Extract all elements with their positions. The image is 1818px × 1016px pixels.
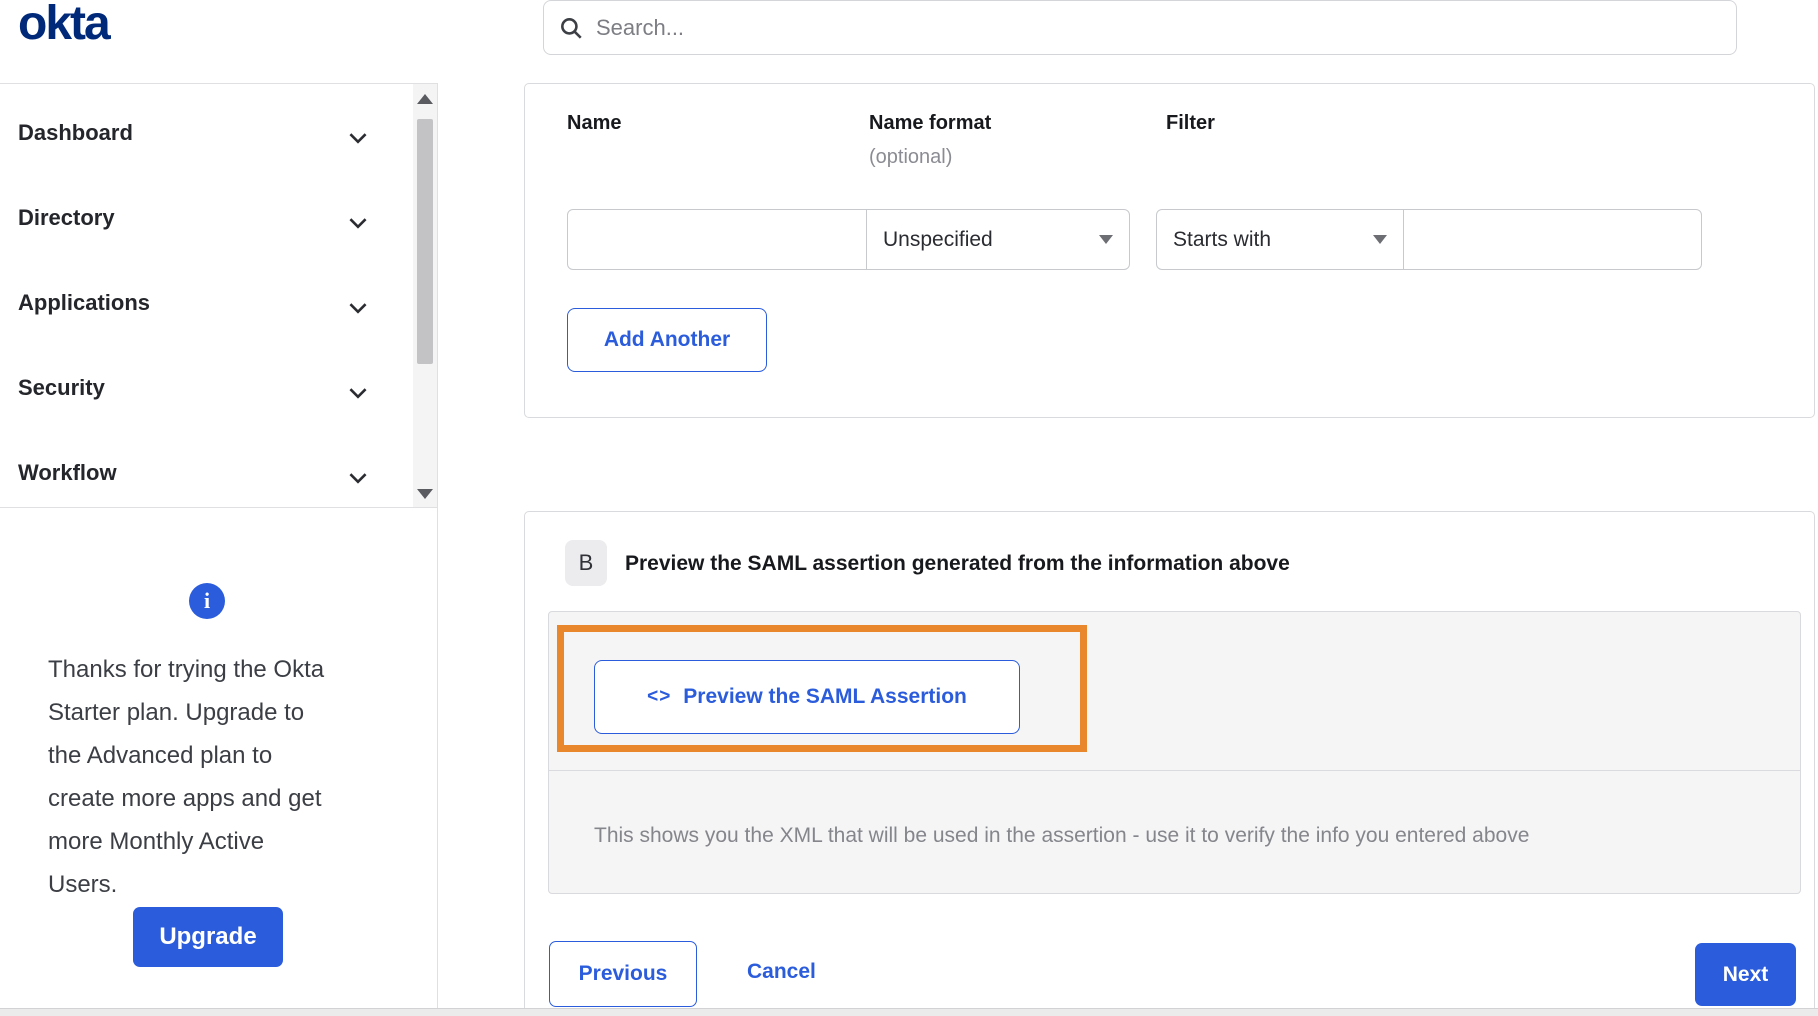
preview-panel-top: <> Preview the SAML Assertion <box>549 612 1800 771</box>
scroll-down-arrow-icon[interactable] <box>417 489 433 499</box>
preview-panel: <> Preview the SAML Assertion This shows… <box>548 611 1801 894</box>
sidebar-item-dashboard[interactable]: Dashboard <box>0 84 437 169</box>
chevron-down-icon <box>349 387 367 399</box>
add-another-button[interactable]: Add Another <box>567 308 767 372</box>
upgrade-button[interactable]: Upgrade <box>133 907 283 967</box>
okta-logo: okta <box>18 0 111 50</box>
search-input[interactable] <box>596 14 1722 41</box>
search-icon <box>561 17 582 39</box>
okta-admin-page: okta Dashboard Directory Applications Secur… <box>0 0 1818 1016</box>
caret-down-icon <box>1099 235 1113 244</box>
sidebar-item-label: Workflow <box>18 459 117 485</box>
preview-button-label: Preview the SAML Assertion <box>683 685 967 708</box>
code-icon: <> <box>647 686 672 707</box>
chevron-down-icon <box>349 217 367 229</box>
sidebar-items: Dashboard Directory Applications Security Wo… <box>0 84 437 509</box>
sidebar-item-workflow[interactable]: Workflow <box>0 424 437 509</box>
sidebar-item-label: Directory <box>18 204 115 230</box>
filter-operator-select[interactable]: Starts with <box>1156 209 1404 270</box>
filter-column-header: Filter <box>1166 112 1215 134</box>
scrollbar-thumb[interactable] <box>417 119 433 364</box>
chevron-down-icon <box>349 132 367 144</box>
chevron-down-icon <box>349 302 367 314</box>
global-search[interactable] <box>543 0 1737 55</box>
sidebar-item-security[interactable]: Security <box>0 339 437 424</box>
filter-value-input[interactable] <box>1403 209 1702 270</box>
sidebar-scrollbar[interactable] <box>413 84 437 507</box>
scroll-up-arrow-icon[interactable] <box>417 94 433 104</box>
chevron-down-icon <box>349 472 367 484</box>
caret-down-icon <box>1373 235 1387 244</box>
section-b-heading: Preview the SAML assertion generated fro… <box>625 552 1290 575</box>
next-button[interactable]: Next <box>1695 943 1796 1006</box>
sidebar-item-applications[interactable]: Applications <box>0 254 437 339</box>
section-b-badge: B <box>565 540 607 586</box>
cancel-link[interactable]: Cancel <box>747 960 816 984</box>
name-format-selected-value: Unspecified <box>883 227 993 251</box>
preview-saml-assertion-button[interactable]: <> Preview the SAML Assertion <box>594 660 1020 734</box>
sidebar-item-label: Applications <box>18 289 151 315</box>
preview-description: This shows you the XML that will be used… <box>594 824 1530 847</box>
name-format-optional-hint: (optional) <box>869 146 953 168</box>
sidebar-divider <box>437 83 438 1008</box>
name-format-column-header: Name format <box>869 112 992 134</box>
name-format-select[interactable]: Unspecified <box>866 209 1130 270</box>
sidebar-item-label: Dashboard <box>18 119 133 145</box>
attribute-statements-card: Name Name format (optional) Filter Unspe… <box>524 83 1815 418</box>
attribute-name-input[interactable] <box>567 209 867 270</box>
previous-button[interactable]: Previous <box>549 941 697 1007</box>
sidebar-item-directory[interactable]: Directory <box>0 169 437 254</box>
filter-operator-selected-value: Starts with <box>1173 227 1272 251</box>
viewport-bottom-strip <box>0 1008 1818 1016</box>
name-column-header: Name <box>567 112 622 134</box>
upsell-message: Thanks for trying the Okta Starter plan.… <box>48 656 325 898</box>
sidebar-item-label: Security <box>18 374 105 400</box>
sidebar-nav: Dashboard Directory Applications Security Wo… <box>0 83 437 508</box>
info-icon: i <box>189 583 225 619</box>
preview-saml-card: B Preview the SAML assertion generated f… <box>524 511 1815 1013</box>
top-bar: okta <box>0 0 1818 82</box>
